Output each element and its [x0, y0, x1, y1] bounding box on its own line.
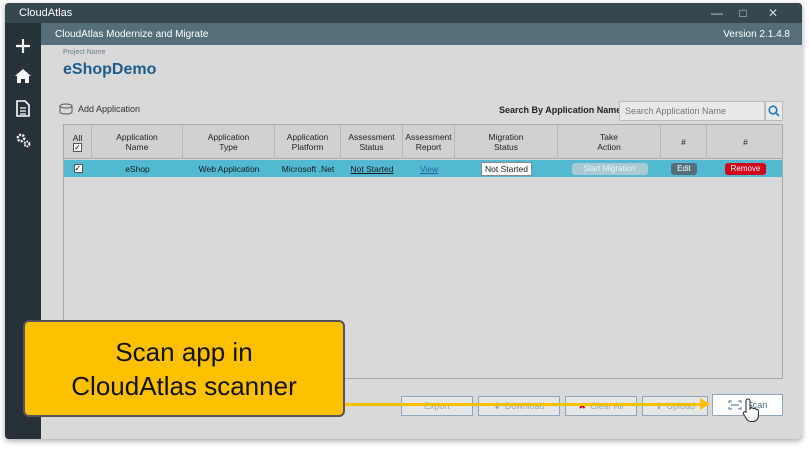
column-header: # — [661, 125, 707, 159]
download-button[interactable]: ⬇Download — [478, 396, 560, 416]
assessment-report-link[interactable]: View — [403, 160, 455, 177]
assessment-status-link[interactable]: Not Started — [341, 160, 403, 177]
title-bar: CloudAtlas — □ ✕ — [5, 3, 802, 23]
remove-button[interactable]: Remove — [724, 162, 767, 175]
start-migration-button[interactable]: Start Migration — [571, 162, 648, 175]
document-icon[interactable] — [10, 95, 36, 121]
callout-line-1: Scan app in — [115, 336, 253, 367]
hand-cursor-icon — [742, 398, 759, 422]
close-icon[interactable]: ✕ — [760, 5, 786, 21]
column-header: Application Name — [92, 125, 183, 159]
callout-arrow — [343, 403, 703, 406]
column-header: Assessment Report — [403, 125, 455, 159]
table-row[interactable]: ✓ eShop Web Application Microsoft .Net N… — [64, 160, 782, 177]
minimize-icon[interactable]: — — [704, 5, 730, 21]
export-button[interactable]: Export — [401, 396, 473, 416]
column-header: Take Action — [558, 125, 661, 159]
settings-gear-icon[interactable] — [10, 127, 36, 153]
project-name-label: Project Name — [63, 49, 106, 56]
home-icon[interactable] — [10, 63, 36, 89]
clear-all-button[interactable]: ✖Clear All — [565, 396, 637, 416]
window-title: CloudAtlas — [19, 7, 73, 19]
search-icon[interactable] — [765, 101, 783, 121]
application-type: Web Application — [198, 163, 260, 174]
edit-button[interactable]: Edit — [671, 162, 697, 175]
column-header: Assessment Status — [341, 125, 403, 159]
column-header: Application Platform — [275, 125, 341, 159]
app-title: CloudAtlas Modernize and Migrate — [55, 29, 209, 40]
search-input[interactable] — [619, 101, 765, 121]
maximize-icon[interactable]: □ — [730, 5, 756, 21]
column-header: # — [743, 137, 748, 147]
add-icon[interactable] — [10, 33, 36, 59]
callout-arrow-head — [700, 398, 710, 410]
version-label: Version 2.1.4.8 — [723, 29, 790, 40]
add-application-label: Add Application — [78, 104, 141, 114]
project-name: eShopDemo — [63, 61, 157, 78]
callout-line-2: CloudAtlas scanner — [71, 370, 297, 401]
add-application-button[interactable]: Add Application — [59, 101, 140, 117]
upload-button[interactable]: ⬆Upload — [642, 396, 708, 416]
search-label: Search By Application Name — [499, 105, 622, 115]
scan-icon — [728, 400, 742, 410]
column-header: Migration Status — [455, 125, 558, 159]
application-platform: Microsoft .Net — [281, 163, 335, 174]
table-header: All ✓ Application Name Application Type Ap… — [64, 125, 782, 159]
column-header: Application Type — [183, 125, 275, 159]
select-all-checkbox[interactable]: ✓ — [73, 142, 82, 152]
callout-annotation: Scan app in CloudAtlas scanner — [23, 320, 345, 417]
database-icon — [59, 103, 73, 115]
row-checkbox[interactable]: ✓ — [73, 164, 83, 173]
application-name: eShop — [125, 163, 150, 174]
column-header-all: All ✓ — [64, 125, 92, 159]
migration-status-badge: Not Started — [481, 161, 532, 176]
app-header: CloudAtlas Modernize and Migrate Version… — [41, 23, 802, 45]
